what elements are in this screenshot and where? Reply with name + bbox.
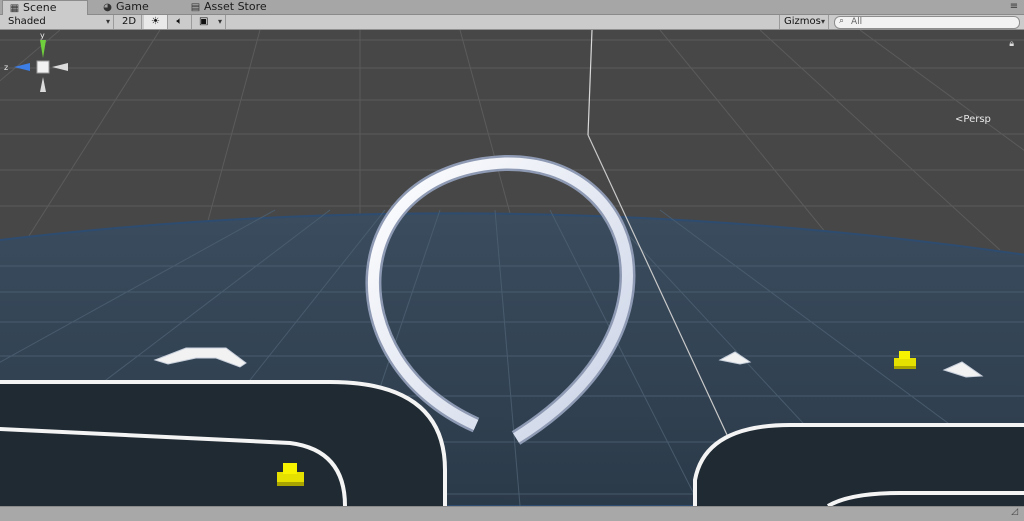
lighting-toggle[interactable]: ☀ bbox=[144, 15, 168, 29]
chevron-down-icon: ▾ bbox=[820, 17, 825, 26]
chevron-down-icon: ▾ bbox=[105, 17, 110, 26]
tab-asset-store[interactable]: ▤ Asset Store bbox=[184, 0, 284, 14]
center-cube-icon[interactable] bbox=[36, 60, 50, 74]
pacman-icon: ◕ bbox=[103, 2, 112, 13]
tab-game-label: Game bbox=[116, 0, 149, 13]
lock-icon[interactable]: 🔒︎ bbox=[1009, 39, 1014, 49]
resize-handle-icon[interactable]: ◿ bbox=[1011, 507, 1018, 517]
gizmos-dropdown[interactable]: Gizmos ▾ bbox=[779, 15, 829, 29]
speaker-icon: 🔈︎ bbox=[176, 16, 183, 27]
search-icon: ⌕ bbox=[839, 16, 845, 26]
tab-asset-store-label: Asset Store bbox=[204, 0, 267, 13]
gizmos-label: Gizmos bbox=[784, 16, 821, 27]
image-icon: ▣ bbox=[199, 16, 209, 27]
effects-dropdown[interactable]: ▣ ▾ bbox=[194, 15, 226, 29]
shading-mode-dropdown[interactable]: Shaded ▾ bbox=[0, 15, 114, 29]
sun-icon: ☀ bbox=[151, 16, 160, 27]
x-axis-cone-icon[interactable] bbox=[52, 63, 68, 71]
bottom-panel-edge: ◿ bbox=[0, 506, 1024, 521]
audio-toggle[interactable]: 🔈︎ bbox=[168, 15, 192, 29]
neg-y-axis-cone-icon[interactable] bbox=[40, 77, 46, 92]
tab-scene[interactable]: ▦ Scene bbox=[2, 0, 88, 15]
scene-render bbox=[0, 30, 1024, 506]
y-axis-label: y bbox=[40, 31, 45, 40]
projection-label: Persp bbox=[963, 114, 991, 125]
grid-icon: ▦ bbox=[9, 3, 20, 14]
projection-toggle[interactable]: <Persp bbox=[955, 114, 1005, 125]
track-left bbox=[0, 382, 445, 506]
shading-mode-label: Shaded bbox=[8, 16, 46, 27]
scene-viewport[interactable]: y z 🔒︎ <Persp bbox=[0, 30, 1024, 506]
orientation-gizmo[interactable]: y z bbox=[0, 30, 70, 125]
toggle-2d-button[interactable]: 2D bbox=[117, 15, 142, 29]
toggle-2d-label: 2D bbox=[121, 16, 137, 27]
tab-scene-label: Scene bbox=[23, 1, 57, 14]
tab-game[interactable]: ◕ Game bbox=[96, 0, 182, 14]
tab-bar: ▦ Scene ◕ Game ▤ Asset Store ≡ bbox=[0, 0, 1024, 15]
panel-menu-icon[interactable]: ≡ bbox=[1008, 1, 1020, 13]
world-axis-line bbox=[587, 30, 593, 136]
search-placeholder: All bbox=[851, 17, 863, 27]
hierarchy-search-input[interactable]: ⌕ All bbox=[834, 16, 1020, 29]
store-icon: ▤ bbox=[190, 2, 201, 13]
z-axis-label: z bbox=[4, 63, 8, 72]
z-axis-cone-icon[interactable] bbox=[14, 63, 30, 71]
chevron-down-icon: ▾ bbox=[217, 17, 222, 26]
scene-toolbar: Shaded ▾ 2D ☀ 🔈︎ ▣ ▾ Gizmos ▾ ⌕ All bbox=[0, 15, 1024, 30]
y-axis-cone-icon[interactable] bbox=[40, 40, 46, 58]
